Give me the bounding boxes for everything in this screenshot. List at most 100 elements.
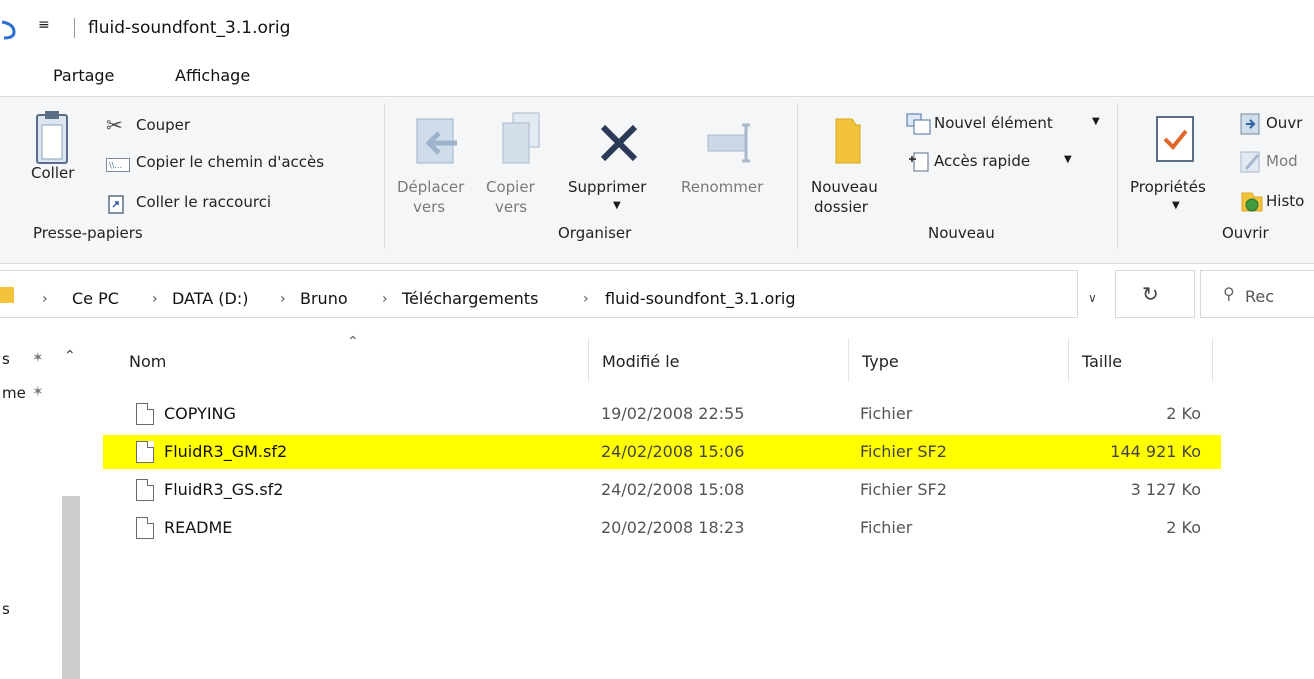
edit-button[interactable]: Mod <box>1238 149 1314 177</box>
column-header-type[interactable]: Type <box>862 352 899 371</box>
rename-icon <box>707 123 750 163</box>
clipboard-icon <box>36 111 68 164</box>
move-to-label: Déplacer <box>397 178 465 196</box>
tab-affichage[interactable]: Affichage <box>175 66 250 85</box>
open-icon <box>1240 113 1260 135</box>
open-label: Ouvr <box>1266 114 1303 132</box>
file-name: README <box>164 518 233 537</box>
rename-label: Renommer <box>681 178 764 196</box>
delete-label: Supprimer <box>568 178 647 196</box>
file-type: Fichier SF2 <box>860 480 947 499</box>
search-input[interactable]: ⚲ Rec <box>1200 270 1314 318</box>
history-label: Histo <box>1266 192 1305 210</box>
nav-item[interactable]: s <box>2 600 10 618</box>
new-item-button[interactable]: Nouvel élément ▼ <box>904 111 1104 139</box>
file-modified: 19/02/2008 22:55 <box>601 404 745 423</box>
dropdown-arrow-icon: ▼ <box>1172 200 1180 211</box>
ribbon-tabs: Partage Affichage <box>0 58 1314 98</box>
table-row[interactable]: README 20/02/2008 18:23 Fichier 2 Ko <box>103 511 1221 545</box>
file-size: 2 Ko <box>1166 518 1201 537</box>
crumb-this-pc[interactable]: Ce PC <box>72 289 119 308</box>
column-divider[interactable] <box>848 338 849 382</box>
column-divider[interactable] <box>588 338 589 382</box>
dropdown-arrow-icon: ▼ <box>613 200 621 211</box>
undo-icon[interactable] <box>0 20 18 40</box>
paste-shortcut-label: Coller le raccourci <box>136 193 272 211</box>
navigation-pane: s ✶ ⌃ me ✶ s <box>0 330 92 679</box>
dropdown-arrow-icon: ▼ <box>1064 154 1072 165</box>
delete-button[interactable]: Supprimer ▼ <box>566 111 674 221</box>
crumb-downloads[interactable]: Téléchargements <box>402 289 538 308</box>
group-open: Ouvrir <box>1222 224 1269 242</box>
copy-path-button[interactable]: \\... Copier le chemin d'accès <box>104 150 374 176</box>
title-bar: ≡ fluid-soundfont_3.1.orig <box>0 0 1314 58</box>
paste-label: Coller <box>31 164 75 182</box>
copy-path-label: Copier le chemin d'accès <box>136 153 325 171</box>
properties-check-icon <box>1156 116 1194 162</box>
file-name: COPYING <box>164 404 236 423</box>
refresh-button[interactable]: ↻ <box>1115 270 1195 318</box>
refresh-icon: ↻ <box>1142 282 1159 306</box>
file-modified: 20/02/2008 18:23 <box>601 518 745 537</box>
file-size: 144 921 Ko <box>1110 442 1201 461</box>
paste-shortcut-button[interactable]: Coller le raccourci <box>104 190 334 216</box>
edit-icon <box>1240 151 1260 173</box>
new-folder-label-2: dossier <box>814 198 868 216</box>
move-to-label-2: vers <box>413 198 446 216</box>
table-row[interactable]: COPYING 19/02/2008 22:55 Fichier 2 Ko <box>103 397 1221 431</box>
new-item-icon <box>906 113 931 135</box>
search-icon: ⚲ <box>1223 284 1235 303</box>
chevron-right-icon: › <box>280 291 286 307</box>
nav-item[interactable]: me <box>2 384 26 402</box>
crumb-bruno[interactable]: Bruno <box>300 289 348 308</box>
copy-path-icon: \\... <box>106 158 130 172</box>
easy-access-label: Accès rapide <box>934 152 1031 170</box>
group-separator <box>384 103 385 249</box>
move-to-icon <box>416 118 457 164</box>
folder-icon <box>0 287 14 303</box>
file-size: 2 Ko <box>1166 404 1201 423</box>
paste-button[interactable]: Coller <box>28 111 76 209</box>
properties-button[interactable]: Propriétés ▼ <box>1124 111 1230 221</box>
rename-button[interactable]: Renommer <box>678 111 786 221</box>
move-to-button[interactable]: Déplacer vers <box>395 111 481 221</box>
nav-scrollbar-thumb[interactable] <box>62 496 80 679</box>
tab-partage[interactable]: Partage <box>53 66 114 85</box>
group-separator <box>1117 103 1118 249</box>
scissors-icon: ✂ <box>106 113 123 137</box>
chevron-up-icon[interactable]: ⌃ <box>64 348 76 364</box>
copy-to-label: Copier <box>486 178 535 196</box>
sort-ascending-icon: ⌃ <box>347 334 359 350</box>
group-separator <box>797 103 798 249</box>
window-title: fluid-soundfont_3.1.orig <box>88 18 291 38</box>
column-divider[interactable] <box>1212 338 1213 382</box>
column-header-size[interactable]: Taille <box>1082 352 1122 371</box>
column-header-name[interactable]: Nom <box>129 352 166 371</box>
title-separator <box>74 18 75 38</box>
table-row[interactable]: FluidR3_GM.sf2 24/02/2008 15:06 Fichier SF… <box>103 435 1221 469</box>
copy-to-button[interactable]: Copier vers <box>483 111 559 221</box>
column-header-modified[interactable]: Modifié le <box>602 352 680 371</box>
chevron-right-icon: › <box>152 291 158 307</box>
file-type: Fichier <box>860 518 913 537</box>
pin-icon: ✶ <box>32 350 44 366</box>
new-folder-button[interactable]: Nouveau dossier <box>804 111 896 221</box>
crumb-data-drive[interactable]: DATA (D:) <box>172 289 249 308</box>
quick-access-dropdown-icon[interactable]: ≡ <box>38 17 50 33</box>
column-divider[interactable] <box>1068 338 1069 382</box>
history-dropdown-icon[interactable]: ∨ <box>1088 291 1097 305</box>
table-row[interactable]: FluidR3_GS.sf2 24/02/2008 15:08 Fichier SF… <box>103 473 1221 507</box>
cut-button[interactable]: ✂ Couper <box>104 113 304 139</box>
dropdown-arrow-icon: ▼ <box>1092 116 1100 127</box>
file-modified: 24/02/2008 15:06 <box>601 442 745 461</box>
file-name: FluidR3_GM.sf2 <box>164 442 288 461</box>
history-button[interactable]: Histo <box>1238 187 1314 215</box>
open-button[interactable]: Ouvr <box>1238 111 1314 139</box>
crumb-current-folder[interactable]: fluid-soundfont_3.1.orig <box>605 289 796 308</box>
breadcrumb[interactable]: › Ce PC › DATA (D:) › Bruno › Télécharge… <box>0 270 1097 318</box>
nav-item[interactable]: s <box>2 350 10 368</box>
folder-icon <box>835 118 861 164</box>
new-item-label: Nouvel élément <box>934 114 1053 132</box>
easy-access-button[interactable]: Accès rapide ▼ <box>904 149 1094 177</box>
group-organize: Organiser <box>558 224 632 242</box>
